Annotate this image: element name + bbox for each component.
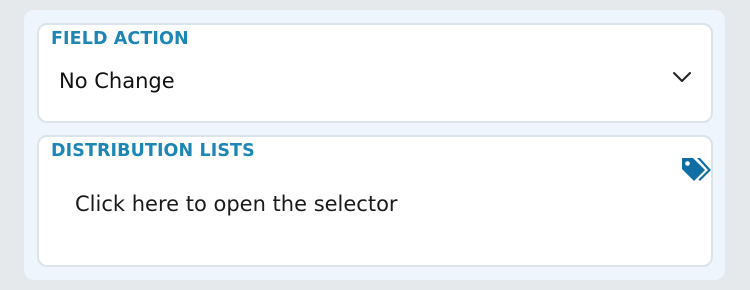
field-action-selected-value[interactable]: No Change bbox=[59, 69, 175, 93]
field-action-select[interactable]: FIELD ACTION No Change bbox=[37, 23, 713, 123]
distribution-lists-label: DISTRIBUTION LISTS bbox=[51, 141, 255, 161]
bulk-edit-panel: FIELD ACTION No Change DISTRIBUTION LIST… bbox=[24, 10, 725, 280]
distribution-lists-field[interactable]: DISTRIBUTION LISTS Click here to open th… bbox=[37, 135, 713, 267]
selector-placeholder[interactable]: Click here to open the selector bbox=[75, 192, 398, 216]
field-action-label: FIELD ACTION bbox=[51, 29, 189, 49]
tags-icon[interactable] bbox=[679, 154, 711, 184]
chevron-down-icon[interactable] bbox=[671, 69, 693, 85]
